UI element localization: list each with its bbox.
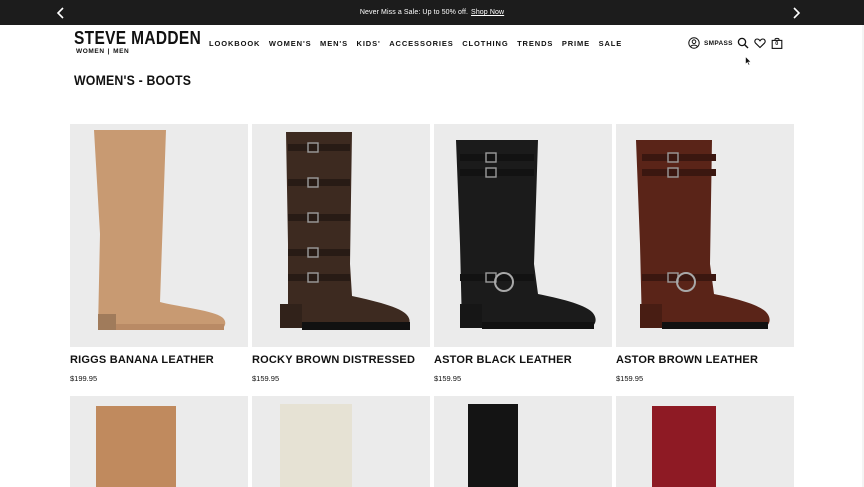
buckle-boot-image: [280, 132, 410, 330]
promo-next-button[interactable]: [786, 0, 806, 25]
nav-clothing[interactable]: CLOTHING: [462, 38, 508, 50]
logo-separator: |: [107, 48, 111, 55]
product-image[interactable]: [616, 124, 794, 347]
nav-womens[interactable]: WOMEN'S: [269, 38, 312, 50]
product-card[interactable]: ASTOR BROWN LEATHER $159.95: [616, 124, 794, 383]
product-price: $159.95: [252, 374, 280, 383]
tall-boot-image: [652, 406, 716, 487]
harness-boot-image: [456, 140, 596, 329]
utility-nav: SMPASS 0: [688, 35, 783, 51]
product-card[interactable]: ROCKY BROWN DISTRESSED $159.95: [252, 124, 430, 383]
shopping-bag-icon[interactable]: 0: [771, 37, 783, 49]
product-card[interactable]: ASTOR BLACK LEATHER $159.95: [434, 124, 612, 383]
promo-message: Never Miss a Sale: Up to 50% off. Shop No…: [0, 0, 864, 25]
tall-boot-image: [94, 130, 226, 330]
product-card[interactable]: [434, 396, 612, 487]
product-image[interactable]: [252, 124, 430, 347]
logo-women-link[interactable]: WOMEN: [76, 48, 105, 55]
product-image[interactable]: [434, 124, 612, 347]
promo-text: Never Miss a Sale: Up to 50% off.: [359, 9, 469, 16]
product-image[interactable]: [252, 396, 430, 487]
product-card[interactable]: RIGGS BANANA LEATHER $199.95: [70, 124, 248, 383]
main-nav: LOOKBOOK WOMEN'S MEN'S KIDS' ACCESSORIES…: [209, 38, 631, 50]
tall-boot-image: [96, 406, 176, 487]
product-image[interactable]: [70, 396, 248, 487]
nav-lookbook[interactable]: LOOKBOOK: [209, 38, 260, 50]
nav-mens[interactable]: MEN'S: [320, 38, 348, 50]
page-title: WOMEN'S - BOOTS: [74, 72, 192, 88]
nav-trends[interactable]: TRENDS: [517, 38, 553, 50]
promo-shop-now-link[interactable]: Shop Now: [471, 9, 504, 16]
logo-men-link[interactable]: MEN: [113, 48, 129, 55]
product-name[interactable]: ASTOR BLACK LEATHER: [434, 354, 572, 366]
search-icon[interactable]: [737, 37, 749, 49]
product-card[interactable]: [252, 396, 430, 487]
harness-boot-image: [636, 140, 770, 329]
logo-gender-switch: WOMEN | MEN: [76, 48, 129, 55]
product-name[interactable]: ASTOR BROWN LEATHER: [616, 354, 758, 366]
nav-sale[interactable]: SALE: [599, 38, 623, 50]
product-name[interactable]: ROCKY BROWN DISTRESSED: [252, 354, 415, 366]
product-price: $159.95: [616, 374, 644, 383]
product-card[interactable]: [616, 396, 794, 487]
product-image[interactable]: [70, 124, 248, 347]
account-label[interactable]: SMPASS: [704, 40, 733, 47]
chevron-right-icon: [792, 6, 800, 19]
site-logo[interactable]: STEVE MADDEN WOMEN | MEN: [74, 29, 222, 55]
logo-wordmark[interactable]: STEVE MADDEN: [74, 29, 201, 47]
nav-accessories[interactable]: ACCESSORIES: [389, 38, 454, 50]
product-image[interactable]: [616, 396, 794, 487]
account-icon[interactable]: [688, 37, 700, 49]
bag-count: 0: [775, 41, 779, 47]
tall-boot-image: [280, 404, 352, 487]
nav-kids[interactable]: KIDS': [357, 38, 381, 50]
product-name[interactable]: RIGGS BANANA LEATHER: [70, 354, 214, 366]
nav-prime[interactable]: PRIME: [562, 38, 590, 50]
product-card[interactable]: [70, 396, 248, 487]
product-price: $159.95: [434, 374, 462, 383]
promo-bar: Never Miss a Sale: Up to 50% off. Shop No…: [0, 0, 864, 25]
tall-boot-image: [468, 404, 518, 487]
mouse-cursor-icon: [745, 56, 752, 66]
product-image[interactable]: [434, 396, 612, 487]
heart-icon[interactable]: [754, 37, 766, 49]
product-price: $199.95: [70, 374, 98, 383]
